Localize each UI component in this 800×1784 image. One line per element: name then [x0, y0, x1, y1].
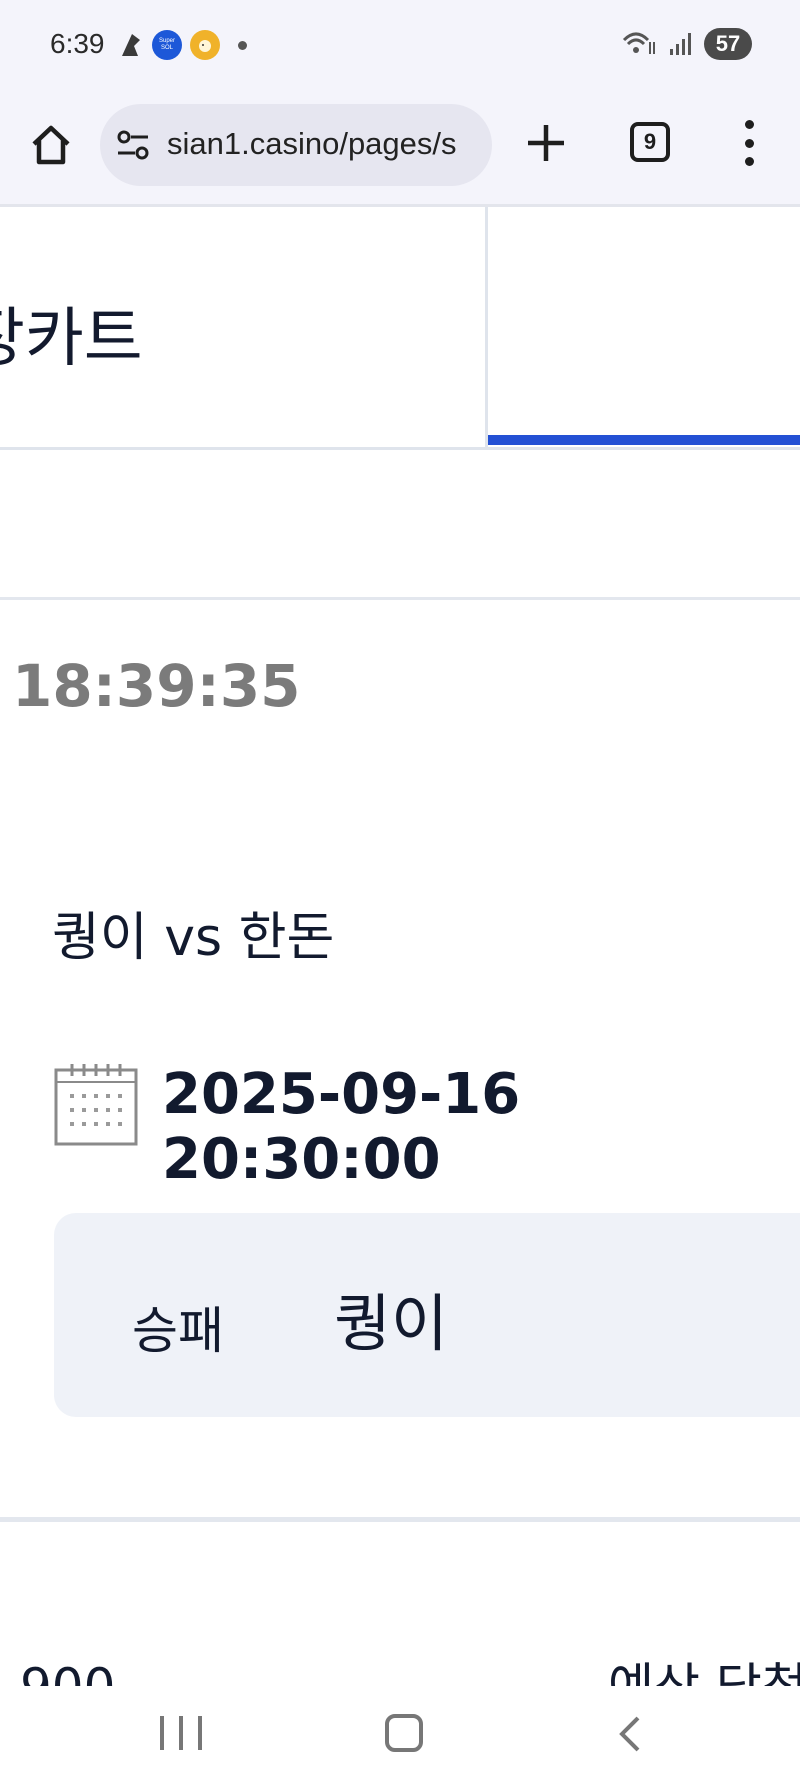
super-sol-app-icon: Super SOL	[152, 30, 182, 60]
url-text[interactable]: sian1.casino/pages/s	[167, 126, 485, 162]
plus-icon[interactable]	[525, 122, 567, 164]
tab-left[interactable]: 장카트	[0, 207, 488, 447]
expected-win-label: 예상 당첨	[608, 1652, 800, 1686]
status-bar: 6:39 Super SOL 57	[0, 0, 800, 92]
status-time: 6:39	[50, 28, 105, 59]
tab-row: 장카트	[0, 207, 800, 450]
bet-pick-value: 퀑이	[334, 1287, 449, 1360]
tab-right-active[interactable]	[488, 207, 800, 447]
battery-icon: 57	[704, 28, 752, 60]
bet-type-label: 승패	[132, 1302, 224, 1360]
bet-amount-value: 900	[20, 1652, 115, 1686]
system-nav-bar	[0, 1686, 800, 1784]
chick-app-icon	[190, 30, 220, 60]
super-sol-text: Super SOL	[158, 38, 175, 51]
browser-toolbar: sian1.casino/pages/s 9	[0, 92, 800, 207]
home-icon[interactable]	[28, 122, 74, 168]
match-title: 퀑이 vs 한돈	[52, 908, 335, 968]
bird-app-icon	[122, 34, 140, 56]
site-settings-icon[interactable]	[116, 128, 150, 162]
bet-card: 승패 퀑이	[54, 1213, 800, 1417]
recents-icon[interactable]	[160, 1716, 202, 1752]
tab-left-label: 장카트	[0, 302, 143, 376]
menu-icon[interactable]	[742, 120, 756, 166]
match-datetime: 2025-09-16 20:30:00	[162, 1062, 521, 1192]
signal-icon	[670, 33, 691, 55]
active-tab-indicator	[488, 435, 800, 445]
tabs-icon[interactable]: 9	[630, 122, 670, 162]
section-divider	[0, 597, 800, 600]
address-bar[interactable]: sian1.casino/pages/s	[100, 104, 492, 186]
current-time: 18:39:35	[12, 652, 301, 720]
status-right-icons: 57	[622, 28, 752, 60]
back-icon[interactable]	[612, 1714, 652, 1754]
section-divider-2	[0, 1517, 800, 1522]
status-left-icons: Super SOL	[118, 30, 247, 60]
notification-dot	[238, 40, 247, 50]
home-nav-icon[interactable]	[385, 1714, 423, 1752]
calendar-icon	[54, 1064, 138, 1146]
wifi-icon	[622, 32, 655, 54]
